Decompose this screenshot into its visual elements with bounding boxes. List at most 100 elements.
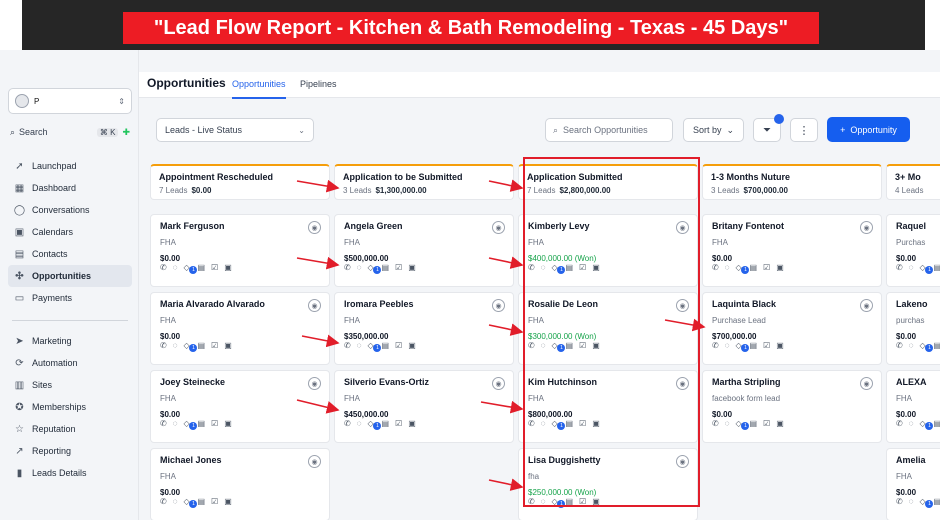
- appointment-icon[interactable]: ▣: [224, 341, 232, 358]
- phone-icon[interactable]: ✆: [712, 419, 719, 436]
- sidebar-item-memberships[interactable]: ✪ Memberships: [8, 396, 132, 418]
- opportunity-card[interactable]: Iromara Peebles FHA $350,000.00 ◉ ✆ ◌ ◇ 1 ▤ ☑ ▣: [334, 292, 514, 365]
- phone-icon[interactable]: ✆: [160, 263, 167, 280]
- tag-icon[interactable]: ◇ 1: [367, 341, 382, 358]
- assign-user-icon[interactable]: ◉: [492, 221, 505, 234]
- appointment-icon[interactable]: ▣: [776, 419, 784, 436]
- assign-user-icon[interactable]: ◉: [860, 221, 873, 234]
- message-icon[interactable]: ◌: [725, 419, 730, 436]
- note-icon[interactable]: ▤: [381, 341, 389, 358]
- task-icon[interactable]: ☑: [395, 341, 402, 358]
- sidebar-item-automation[interactable]: ⟳ Automation: [8, 352, 132, 374]
- opportunity-card[interactable]: Silverio Evans-Ortiz FHA $450,000.00 ◉ ✆ ◌ ◇ 1 ▤…: [334, 370, 514, 443]
- bolt-icon[interactable]: ✚: [122, 127, 130, 138]
- task-icon[interactable]: ☑: [395, 263, 402, 280]
- assign-user-icon[interactable]: ◉: [860, 299, 873, 312]
- note-icon[interactable]: ▤: [933, 419, 940, 436]
- tag-icon[interactable]: ◇ 1: [919, 419, 934, 436]
- opportunity-card[interactable]: AmeliaFHA$0.00◉✆◌◇1▤☑▣: [886, 448, 940, 520]
- assign-user-icon[interactable]: ◉: [308, 299, 321, 312]
- appointment-icon[interactable]: ▣: [224, 263, 232, 280]
- sidebar-item-reporting[interactable]: ↗ Reporting: [8, 440, 132, 462]
- sidebar-item-opportunities[interactable]: ✣ Opportunities: [8, 265, 132, 287]
- note-icon[interactable]: ▤: [933, 263, 940, 280]
- assign-user-icon[interactable]: ◉: [308, 455, 321, 468]
- tag-icon[interactable]: ◇ 1: [183, 341, 198, 358]
- opportunity-card[interactable]: RaquelPurchas$0.00◉✆◌◇1▤☑▣: [886, 214, 940, 287]
- message-icon[interactable]: ◌: [725, 341, 730, 358]
- phone-icon[interactable]: ✆: [712, 263, 719, 280]
- note-icon[interactable]: ▤: [933, 497, 940, 514]
- appointment-icon[interactable]: ▣: [408, 263, 416, 280]
- tag-icon[interactable]: ◇ 1: [367, 419, 382, 436]
- account-switcher[interactable]: P ⇕: [8, 88, 132, 114]
- phone-icon[interactable]: ✆: [896, 341, 903, 358]
- sidebar-item-payments[interactable]: ▭ Payments: [8, 287, 132, 309]
- tag-icon[interactable]: ◇ 1: [735, 419, 750, 436]
- opportunity-card[interactable]: Martha Stripling facebook form lead $0.00 ◉…: [702, 370, 882, 443]
- tag-icon[interactable]: ◇ 1: [919, 263, 934, 280]
- tag-icon[interactable]: ◇ 1: [183, 419, 198, 436]
- message-icon[interactable]: ◌: [909, 419, 914, 436]
- task-icon[interactable]: ☑: [211, 497, 218, 514]
- more-options-button[interactable]: ⋮: [790, 118, 818, 142]
- message-icon[interactable]: ◌: [909, 497, 914, 514]
- phone-icon[interactable]: ✆: [160, 341, 167, 358]
- opportunity-card[interactable]: Maria Alvarado Alvarado FHA $0.00 ◉ ✆ ◌ ◇ 1 ▤ ☑ ▣: [150, 292, 330, 365]
- note-icon[interactable]: ▤: [197, 263, 205, 280]
- opportunity-card[interactable]: Joey Steinecke FHA $0.00 ◉ ✆ ◌ ◇ 1 ▤ ☑ ▣: [150, 370, 330, 443]
- tag-icon[interactable]: ◇ 1: [367, 263, 382, 280]
- pipeline-select[interactable]: Leads - Live Status ⌄: [156, 118, 314, 142]
- task-icon[interactable]: ☑: [211, 419, 218, 436]
- opportunity-search-input[interactable]: ⌕ Search Opportunities: [545, 118, 673, 142]
- message-icon[interactable]: ◌: [725, 263, 730, 280]
- phone-icon[interactable]: ✆: [712, 341, 719, 358]
- phone-icon[interactable]: ✆: [896, 497, 903, 514]
- tab-opportunities[interactable]: Opportunities: [232, 79, 286, 99]
- add-opportunity-button[interactable]: + Opportunity: [827, 117, 910, 142]
- tag-icon[interactable]: ◇ 1: [919, 341, 934, 358]
- note-icon[interactable]: ▤: [381, 263, 389, 280]
- opportunity-card[interactable]: Britany Fontenot FHA $0.00 ◉ ✆ ◌ ◇ 1 ▤ ☑ ▣: [702, 214, 882, 287]
- appointment-icon[interactable]: ▣: [408, 419, 416, 436]
- sidebar-search[interactable]: ⌕ Search ⌘ K ✚: [10, 125, 130, 139]
- message-icon[interactable]: ◌: [357, 341, 362, 358]
- assign-user-icon[interactable]: ◉: [492, 377, 505, 390]
- opportunity-card[interactable]: Michael Jones FHA $0.00 ◉ ✆ ◌ ◇ 1 ▤ ☑ ▣: [150, 448, 330, 520]
- phone-icon[interactable]: ✆: [896, 263, 903, 280]
- phone-icon[interactable]: ✆: [160, 497, 167, 514]
- phone-icon[interactable]: ✆: [896, 419, 903, 436]
- message-icon[interactable]: ◌: [173, 263, 178, 280]
- assign-user-icon[interactable]: ◉: [308, 377, 321, 390]
- message-icon[interactable]: ◌: [909, 341, 914, 358]
- phone-icon[interactable]: ✆: [160, 419, 167, 436]
- note-icon[interactable]: ▤: [933, 341, 940, 358]
- sidebar-item-sites[interactable]: ▥ Sites: [8, 374, 132, 396]
- phone-icon[interactable]: ✆: [344, 419, 351, 436]
- opportunity-card[interactable]: ALEXAFHA$0.00◉✆◌◇1▤☑▣: [886, 370, 940, 443]
- tag-icon[interactable]: ◇ 1: [183, 263, 198, 280]
- tag-icon[interactable]: ◇ 1: [735, 341, 750, 358]
- assign-user-icon[interactable]: ◉: [492, 299, 505, 312]
- task-icon[interactable]: ☑: [763, 341, 770, 358]
- tab-pipelines[interactable]: Pipelines: [300, 79, 337, 97]
- appointment-icon[interactable]: ▣: [224, 497, 232, 514]
- filter-button[interactable]: ⏷: [753, 114, 784, 142]
- task-icon[interactable]: ☑: [763, 263, 770, 280]
- sidebar-item-reputation[interactable]: ☆ Reputation: [8, 418, 132, 440]
- phone-icon[interactable]: ✆: [344, 341, 351, 358]
- sidebar-item-marketing[interactable]: ➤ Marketing: [8, 330, 132, 352]
- opportunity-card[interactable]: Angela Green FHA $500,000.00 ◉ ✆ ◌ ◇ 1 ▤ ☑ ▣: [334, 214, 514, 287]
- tag-icon[interactable]: ◇ 1: [735, 263, 750, 280]
- sort-by-button[interactable]: Sort by ⌄: [683, 118, 744, 142]
- assign-user-icon[interactable]: ◉: [860, 377, 873, 390]
- appointment-icon[interactable]: ▣: [776, 341, 784, 358]
- note-icon[interactable]: ▤: [381, 419, 389, 436]
- message-icon[interactable]: ◌: [173, 419, 178, 436]
- message-icon[interactable]: ◌: [909, 263, 914, 280]
- note-icon[interactable]: ▤: [197, 419, 205, 436]
- message-icon[interactable]: ◌: [173, 341, 178, 358]
- note-icon[interactable]: ▤: [197, 341, 205, 358]
- message-icon[interactable]: ◌: [357, 419, 362, 436]
- appointment-icon[interactable]: ▣: [408, 341, 416, 358]
